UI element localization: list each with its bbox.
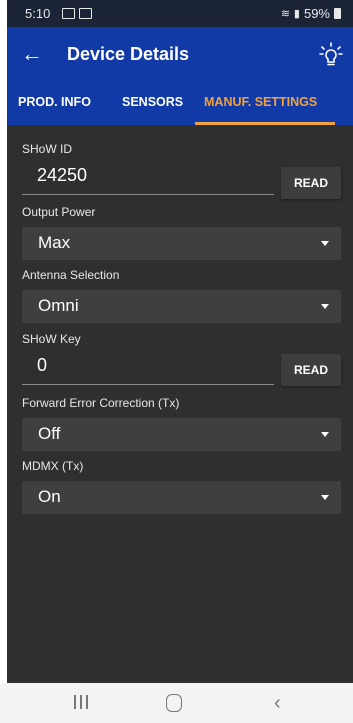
chevron-down-icon (321, 304, 329, 309)
tab-bar: PROD. INFO SENSORS MANUF. SETTINGS (7, 85, 353, 125)
status-bar: 5:10 ≋ ▮ 59% (7, 0, 353, 27)
fec-value: Off (38, 424, 61, 443)
app-bar: ← Device Details (7, 27, 353, 85)
home-icon[interactable] (166, 694, 182, 712)
show-key-underline (22, 384, 274, 385)
chevron-down-icon (321, 241, 329, 246)
battery-text: 59% (303, 6, 330, 21)
show-key-input[interactable]: 0 (37, 355, 47, 376)
mdmx-value: On (38, 487, 61, 506)
wifi-icon: ≋ (280, 8, 290, 20)
status-right: ≋ ▮ 59% (281, 6, 341, 21)
antenna-selection-select[interactable]: Omni (22, 290, 341, 323)
recent-apps-icon[interactable] (74, 695, 88, 709)
show-id-label: SHoW ID (22, 142, 73, 156)
show-key-read-button[interactable]: READ (281, 354, 341, 386)
settings-form: SHoW ID 24250 READ Output Power Max Ante… (7, 125, 353, 683)
page-title: Device Details (67, 44, 190, 64)
output-power-label: Output Power (22, 205, 96, 219)
status-time: 5:10 (25, 6, 51, 21)
antenna-selection-label: Antenna Selection (22, 268, 120, 282)
antenna-selection-value: Omni (38, 296, 79, 315)
image-icon (79, 8, 92, 19)
message-icon (62, 8, 75, 19)
tab-sensors[interactable]: SENSORS (122, 95, 183, 109)
show-id-read-button[interactable]: READ (281, 167, 341, 199)
mdmx-select[interactable]: On (22, 481, 341, 514)
show-id-input[interactable]: 24250 (37, 165, 87, 186)
tab-manuf-settings[interactable]: MANUF. SETTINGS (204, 95, 317, 109)
back-icon[interactable]: ‹ (274, 692, 281, 715)
battery-icon (334, 8, 341, 19)
fec-select[interactable]: Off (22, 418, 341, 451)
system-nav-bar: ‹ (0, 683, 353, 723)
show-key-label: SHoW Key (22, 332, 81, 346)
arrow-left-icon[interactable]: ← (21, 41, 43, 67)
show-id-underline (22, 194, 274, 195)
chevron-down-icon (321, 432, 329, 437)
output-power-select[interactable]: Max (22, 227, 341, 260)
phone-screen: 5:10 ≋ ▮ 59% ← Device Details PROD. INFO (7, 0, 353, 723)
tab-prod-info[interactable]: PROD. INFO (18, 95, 91, 109)
chevron-down-icon (321, 495, 329, 500)
output-power-value: Max (38, 233, 71, 252)
signal-icon: ▮ (293, 8, 300, 20)
lightbulb-icon[interactable] (317, 41, 345, 69)
mdmx-label: MDMX (Tx) (22, 459, 84, 473)
fec-label: Forward Error Correction (Tx) (22, 396, 180, 410)
